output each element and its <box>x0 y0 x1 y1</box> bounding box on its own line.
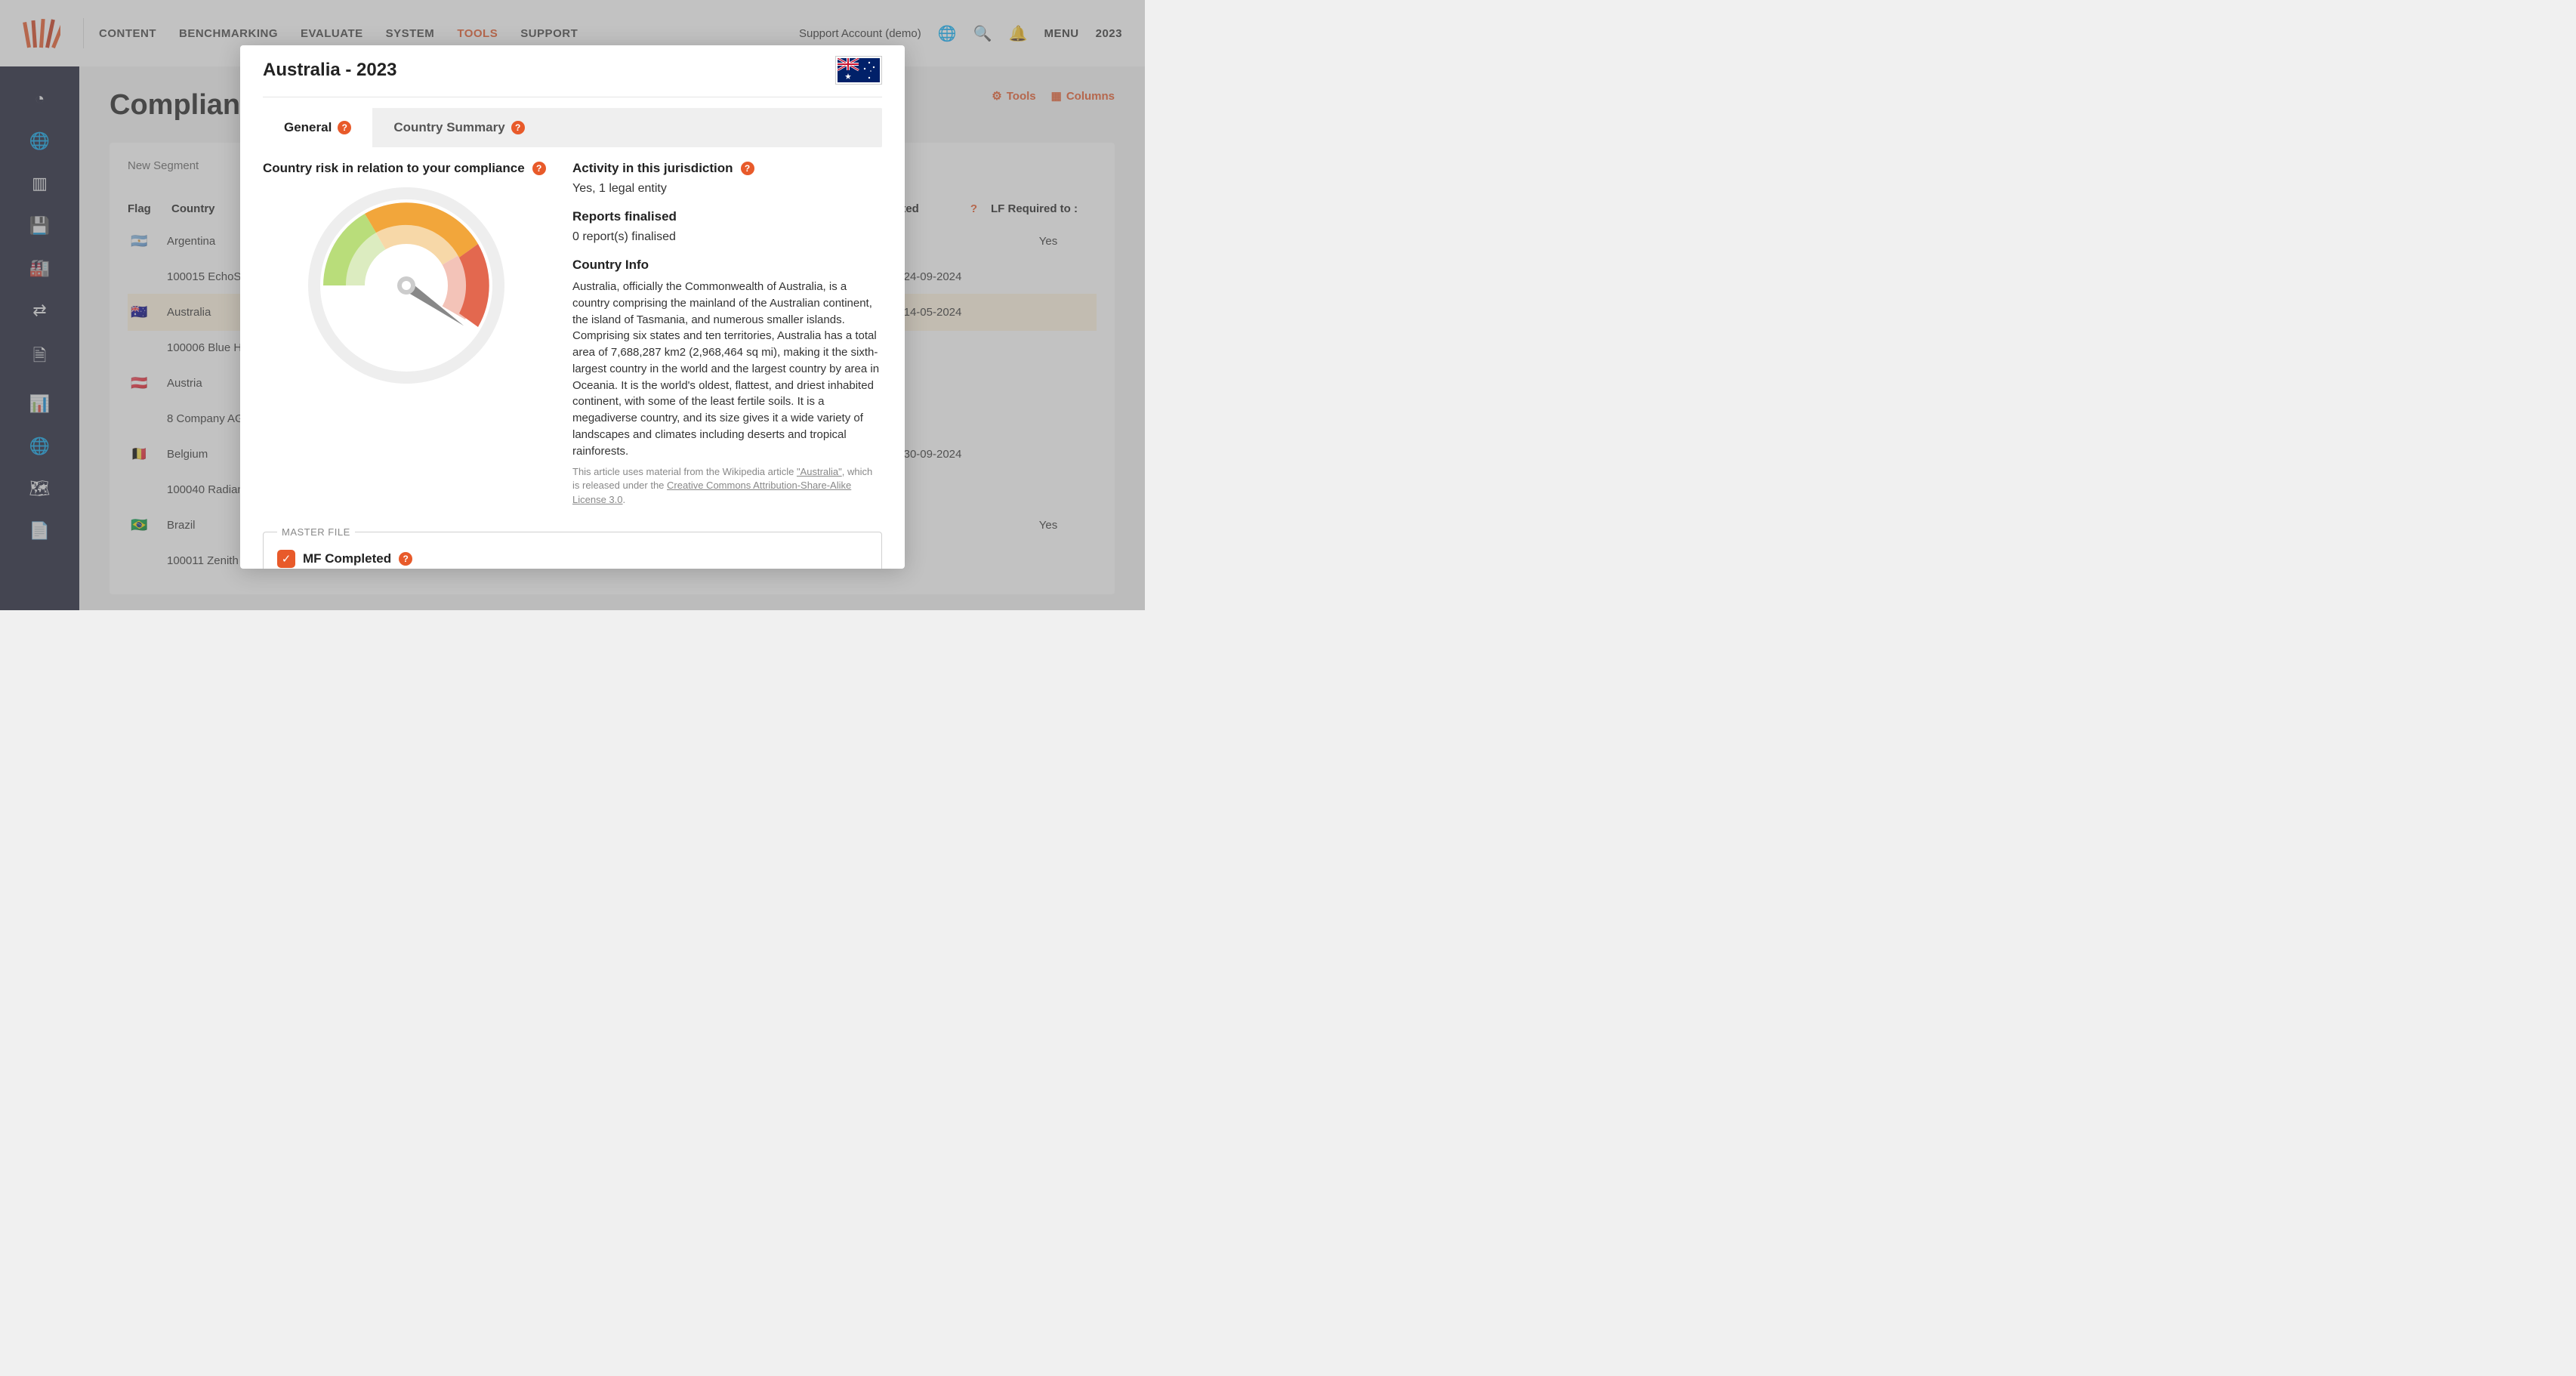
attr-link-wikipedia[interactable]: "Australia" <box>797 466 842 477</box>
mf-legend: MASTER FILE <box>277 526 355 538</box>
tab-general-label: General <box>284 120 332 135</box>
country-info-title: Country Info <box>572 258 882 273</box>
attr-prefix: This article uses material from the Wiki… <box>572 466 797 477</box>
mf-completed-label: MF Completed <box>303 551 391 566</box>
country-modal: Australia - 2023 General <box>240 45 905 569</box>
master-file-fieldset: MASTER FILE ✓ MF Completed ? Check the b… <box>263 526 882 569</box>
modal-flag-icon <box>835 56 882 85</box>
tab-country-summary[interactable]: Country Summary ? <box>372 108 545 147</box>
modal-tabs: General ? Country Summary ? <box>263 108 882 147</box>
mf-completed-checkbox[interactable]: ✓ <box>277 550 295 568</box>
tab-summary-label: Country Summary <box>393 120 504 135</box>
reports-title: Reports finalised <box>572 209 882 224</box>
risk-title: Country risk in relation to your complia… <box>263 161 525 176</box>
attribution: This article uses material from the Wiki… <box>572 465 882 507</box>
activity-help-icon[interactable]: ? <box>741 162 754 175</box>
modal-title: Australia - 2023 <box>263 60 396 81</box>
activity-title: Activity in this jurisdiction <box>572 161 733 176</box>
risk-help-icon[interactable]: ? <box>532 162 546 175</box>
activity-value: Yes, 1 legal entity <box>572 182 882 196</box>
risk-gauge <box>304 184 508 387</box>
modal-scroll[interactable]: Australia - 2023 General <box>240 45 905 569</box>
country-info-text: Australia, officially the Commonwealth o… <box>572 279 882 459</box>
tab-summary-help-icon[interactable]: ? <box>511 121 525 134</box>
reports-value: 0 report(s) finalised <box>572 230 882 244</box>
tab-general-help-icon[interactable]: ? <box>338 121 351 134</box>
tab-general[interactable]: General ? <box>263 108 372 147</box>
mf-help-icon[interactable]: ? <box>399 552 412 566</box>
